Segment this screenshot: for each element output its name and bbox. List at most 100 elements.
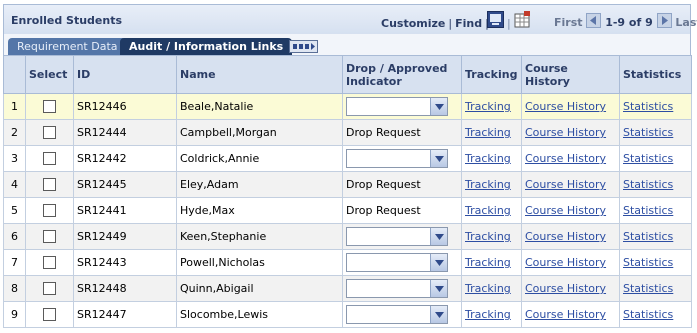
tracking-link[interactable]: Tracking: [465, 178, 511, 191]
course-history-cell: Course History: [521, 275, 620, 302]
show-all-columns-icon[interactable]: [289, 40, 318, 53]
statistics-cell: Statistics: [619, 145, 692, 172]
tracking-link[interactable]: Tracking: [465, 256, 511, 269]
statistics-link[interactable]: Statistics: [623, 152, 673, 165]
dropdown-arrow-icon[interactable]: [430, 98, 447, 115]
students-table: Select ID Name Drop / Approved Indicator…: [3, 55, 692, 328]
course-history-link[interactable]: Course History: [525, 152, 606, 165]
select-checkbox[interactable]: [43, 256, 56, 270]
grid-header: Enrolled Students Customize | Find | | Firs: [3, 4, 697, 35]
table-row: 3 SR12442 Coldrick,Annie Tracking Course His…: [3, 145, 692, 172]
drop-indicator-cell: [342, 275, 462, 302]
grid-links: Customize | Find |: [381, 17, 489, 30]
student-id: SR12444: [73, 119, 177, 146]
course-history-link[interactable]: Course History: [525, 282, 606, 295]
previous-arrow-icon[interactable]: [586, 13, 602, 28]
last-label: Last: [675, 16, 697, 29]
customize-link[interactable]: Customize: [381, 17, 445, 30]
select-checkbox[interactable]: [43, 230, 56, 244]
student-id: SR12445: [73, 171, 177, 198]
drop-indicator-select[interactable]: [346, 149, 448, 168]
tracking-link[interactable]: Tracking: [465, 152, 511, 165]
drop-indicator-select[interactable]: [346, 305, 448, 324]
select-checkbox[interactable]: [43, 204, 56, 218]
tracking-cell: Tracking: [461, 275, 522, 302]
table-row: 5 SR12441 Hyde,Max Drop Request Tracking Cour…: [3, 197, 692, 224]
statistics-cell: Statistics: [619, 119, 692, 146]
select-checkbox[interactable]: [43, 308, 56, 322]
tab-audit-information-links[interactable]: Audit / Information Links: [120, 38, 293, 55]
course-history-link[interactable]: Course History: [525, 256, 606, 269]
pagination: First 1-9 of 9 Last: [554, 13, 697, 29]
course-history-link[interactable]: Course History: [525, 178, 606, 191]
tracking-link[interactable]: Tracking: [465, 282, 511, 295]
dropdown-arrow-icon[interactable]: [430, 254, 447, 271]
row-number: 6: [3, 223, 26, 250]
find-link[interactable]: Find: [455, 17, 482, 30]
select-cell: [25, 197, 74, 224]
tracking-link[interactable]: Tracking: [465, 204, 511, 217]
tab-requirement-data[interactable]: Requirement Data: [8, 38, 127, 55]
drop-indicator-select[interactable]: [346, 253, 448, 272]
course-history-link[interactable]: Course History: [525, 100, 606, 113]
view-all-icon[interactable]: [487, 11, 504, 28]
tracking-link[interactable]: Tracking: [465, 308, 511, 321]
drop-indicator-select[interactable]: [346, 227, 448, 246]
dropdown-arrow-icon[interactable]: [430, 150, 447, 167]
table-row: 4 SR12445 Eley,Adam Drop Request Tracking Cou…: [3, 171, 692, 198]
tracking-cell: Tracking: [461, 301, 522, 328]
download-spreadsheet-icon[interactable]: [514, 11, 531, 28]
next-arrow-icon[interactable]: [656, 13, 672, 28]
select-checkbox[interactable]: [43, 152, 56, 166]
drop-indicator-text: Drop Request: [342, 197, 462, 224]
drop-indicator-cell: [342, 301, 462, 328]
row-number: 1: [3, 93, 26, 120]
select-cell: [25, 275, 74, 302]
statistics-cell: Statistics: [619, 301, 692, 328]
course-history-link[interactable]: Course History: [525, 308, 606, 321]
select-checkbox[interactable]: [43, 100, 56, 114]
col-drop-indicator[interactable]: Drop / Approved Indicator: [342, 55, 462, 94]
statistics-link[interactable]: Statistics: [623, 126, 673, 139]
select-cell: [25, 249, 74, 276]
select-checkbox[interactable]: [43, 178, 56, 192]
drop-indicator-cell: [342, 145, 462, 172]
table-row: 6 SR12449 Keen,Stephanie Tracking Course His…: [3, 223, 692, 250]
statistics-link[interactable]: Statistics: [623, 100, 673, 113]
course-history-cell: Course History: [521, 197, 620, 224]
drop-indicator-text: Drop Request: [342, 119, 462, 146]
drop-indicator-select[interactable]: [346, 97, 448, 116]
course-history-link[interactable]: Course History: [525, 230, 606, 243]
course-history-cell: Course History: [521, 145, 620, 172]
select-cell: [25, 171, 74, 198]
statistics-link[interactable]: Statistics: [623, 256, 673, 269]
student-name: Slocombe,Lewis: [176, 301, 343, 328]
row-number: 9: [3, 301, 26, 328]
col-row-number: [3, 55, 26, 94]
row-number: 3: [3, 145, 26, 172]
dropdown-arrow-icon[interactable]: [430, 280, 447, 297]
statistics-link[interactable]: Statistics: [623, 204, 673, 217]
col-id[interactable]: ID: [73, 55, 177, 94]
student-name: Coldrick,Annie: [176, 145, 343, 172]
col-name[interactable]: Name: [176, 55, 343, 94]
dropdown-arrow-icon[interactable]: [430, 228, 447, 245]
statistics-link[interactable]: Statistics: [623, 230, 673, 243]
tracking-link[interactable]: Tracking: [465, 126, 511, 139]
tracking-link[interactable]: Tracking: [465, 230, 511, 243]
drop-indicator-select[interactable]: [346, 279, 448, 298]
select-checkbox[interactable]: [43, 126, 56, 140]
tracking-link[interactable]: Tracking: [465, 100, 511, 113]
statistics-link[interactable]: Statistics: [623, 282, 673, 295]
dropdown-arrow-icon[interactable]: [430, 306, 447, 323]
statistics-link[interactable]: Statistics: [623, 178, 673, 191]
table-row: 9 SR12447 Slocombe,Lewis Tracking Course His…: [3, 301, 692, 328]
table-row: 7 SR12443 Powell,Nicholas Tracking Course Hi…: [3, 249, 692, 276]
course-history-link[interactable]: Course History: [525, 126, 606, 139]
row-range: 1-9 of 9: [605, 16, 653, 29]
statistics-link[interactable]: Statistics: [623, 308, 673, 321]
tab-bar: Requirement Data Audit / Information Lin…: [3, 34, 691, 55]
select-checkbox[interactable]: [43, 282, 56, 296]
course-history-link[interactable]: Course History: [525, 204, 606, 217]
table-row: 8 SR12448 Quinn,Abigail Tracking Course Hist…: [3, 275, 692, 302]
